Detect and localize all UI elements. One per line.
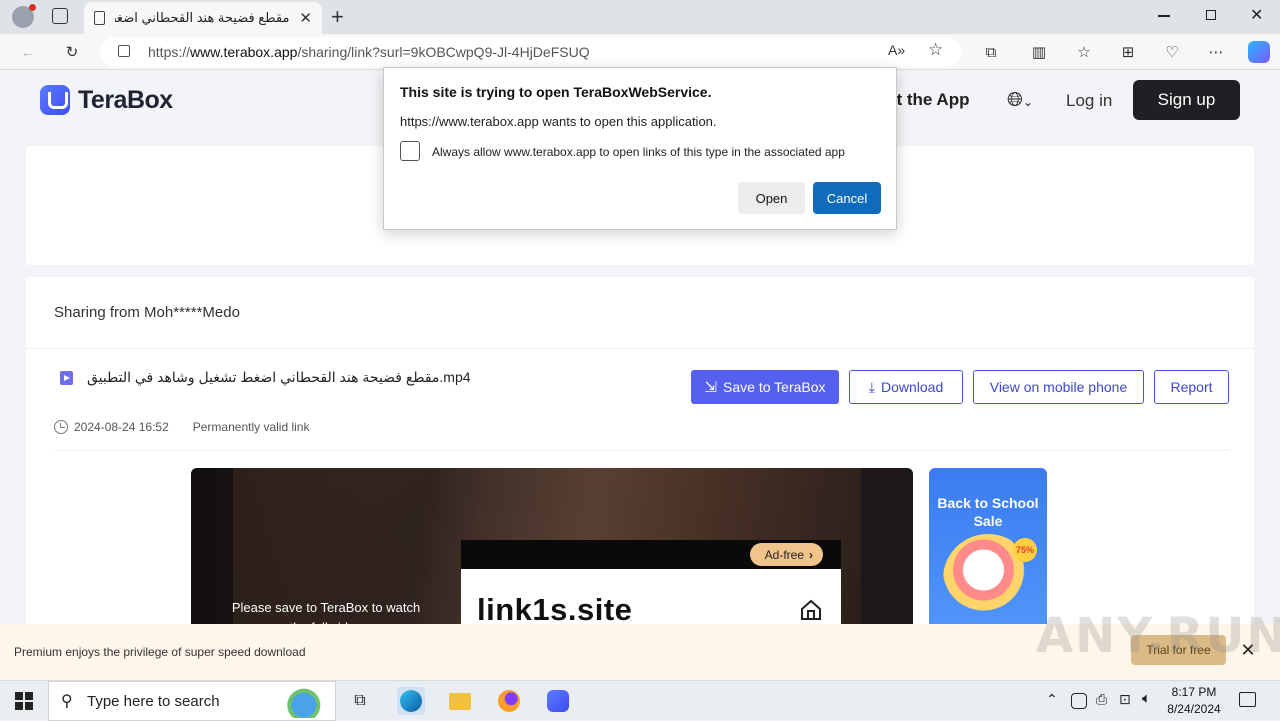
report-button[interactable]: Report	[1154, 370, 1229, 404]
restore-icon[interactable]	[1206, 10, 1216, 20]
language-globe-icon[interactable]: 🌐︎⌄	[1007, 89, 1033, 112]
download-button[interactable]: ⤓ Download	[849, 370, 963, 404]
promo-title: Back to School Sale	[937, 495, 1039, 529]
url-domain: www.terabox.app	[190, 44, 298, 60]
volume-icon[interactable]: 🔈︎	[1142, 690, 1151, 707]
favorite-star-icon[interactable]: ☆	[928, 40, 943, 60]
favorites-icon[interactable]: ☆	[1074, 42, 1094, 62]
dialog-title: This site is trying to open TeraBoxWebSe…	[400, 84, 712, 100]
taskbar-search[interactable]: ⚲ Type here to search	[48, 681, 336, 721]
sharing-from: Sharing from Moh*****Medo	[26, 277, 1254, 349]
task-view-icon[interactable]: ⧉	[346, 687, 374, 715]
download-icon: ⤓	[868, 378, 875, 395]
ad-free-label: Ad-free	[764, 547, 804, 562]
edge-icon[interactable]	[397, 687, 425, 715]
file-explorer-icon[interactable]	[446, 687, 474, 715]
watermark: ANY.RUN	[1036, 608, 1280, 664]
cancel-button[interactable]: Cancel	[813, 182, 881, 214]
clock-date: 8/24/2024	[1167, 702, 1221, 716]
system-clock[interactable]: 8:17 PM 8/24/2024	[1162, 684, 1226, 718]
windows-start-icon[interactable]	[10, 687, 38, 715]
back-icon[interactable]: ←	[18, 42, 38, 62]
url-prefix: https://	[148, 44, 191, 60]
share-date: 2024-08-24 16:52	[74, 420, 169, 434]
tab-title: مقطع فضيحة هند القحطاني اضغط	[115, 10, 290, 25]
minimize-icon[interactable]	[1158, 15, 1170, 17]
search-icon: ⚲	[61, 693, 73, 710]
close-tab-icon[interactable]: ✕	[299, 9, 312, 27]
chevron-down-icon: ⌄	[1023, 95, 1034, 109]
search-highlight-icon	[263, 686, 331, 718]
taskbar: ⚲ Type here to search ⧉ ⌃ ⎙ ⊡ 🔈︎ 8:17 PM…	[0, 680, 1280, 721]
file-row: مقطع فضيحة هند القحطاني اضغط تشغيل وشاهد…	[60, 369, 471, 386]
ad-free-button[interactable]: Ad-free ›	[749, 543, 823, 566]
show-hidden-icons[interactable]: ⌃	[1046, 691, 1058, 708]
download-label: Download	[880, 379, 944, 395]
save-export-icon: ⇲	[704, 379, 718, 396]
tab-active[interactable]: مقطع فضيحة هند القحطاني اضغط ✕	[84, 2, 322, 34]
file-meta: 2024-08-24 16:52 Permanently valid link	[54, 420, 309, 434]
refresh-icon[interactable]: ↻	[62, 42, 82, 62]
firefox-icon[interactable]	[495, 687, 523, 715]
divider	[54, 450, 1229, 451]
signup-button[interactable]: Sign up	[1133, 80, 1240, 120]
tray-device-icon[interactable]: ⎙	[1096, 691, 1107, 708]
address-toolbar: ← ↻ https://www.terabox.app/sharing/link…	[0, 34, 1280, 70]
premium-text: Premium enjoys the privilege of super sp…	[14, 645, 306, 659]
video-file-icon	[60, 370, 73, 385]
clock-icon	[54, 420, 68, 434]
open-button[interactable]: Open	[738, 182, 805, 214]
link-validity: Permanently valid link	[192, 420, 310, 434]
extensions-icon[interactable]: ⧉	[981, 42, 1001, 62]
new-tab-icon[interactable]: +	[331, 4, 344, 30]
tray-terabox-icon[interactable]	[1071, 693, 1087, 709]
url-path: /sharing/link?surl=9kOBCwpQ9-Jl-4HjDeFSU…	[297, 44, 590, 60]
browser-tab-bar: مقطع فضيحة هند القحطاني اضغط ✕ + ✕	[0, 0, 1280, 34]
terabox-logo-icon	[40, 85, 70, 115]
profile-icon[interactable]	[12, 4, 36, 28]
notifications-icon[interactable]	[1239, 692, 1256, 707]
url-field[interactable]: https://www.terabox.app/sharing/link?sur…	[100, 37, 962, 67]
open-app-dialog: This site is trying to open TeraBoxWebSe…	[383, 67, 897, 230]
clock-time: 8:17 PM	[1171, 685, 1217, 699]
home-icon[interactable]	[799, 598, 823, 622]
dialog-message: https://www.terabox.app wants to open th…	[400, 114, 717, 129]
search-placeholder: Type here to search	[87, 692, 220, 710]
split-screen-icon[interactable]: ▥	[1029, 42, 1049, 62]
ad-domain: link1s.site	[477, 592, 633, 627]
view-on-mobile-button[interactable]: View on mobile phone	[973, 370, 1144, 404]
logo-text: TeraBox	[78, 85, 173, 114]
save-label: Save to TeraBox	[723, 379, 826, 395]
terabox-logo[interactable]: TeraBox	[40, 85, 173, 115]
copilot-icon[interactable]	[1248, 41, 1270, 63]
close-window-icon[interactable]: ✕	[1250, 5, 1263, 25]
ad-header: Ad-free ›	[461, 540, 841, 569]
collections-icon[interactable]: ⊞	[1118, 42, 1138, 62]
network-icon[interactable]: ⊡	[1119, 691, 1131, 708]
browser-essentials-icon[interactable]: ♡	[1162, 42, 1182, 62]
settings-more-icon[interactable]: ⋯	[1206, 42, 1226, 62]
lock-icon[interactable]	[118, 45, 130, 57]
tab-actions-icon[interactable]	[52, 8, 68, 24]
chevron-right-icon: ›	[809, 547, 813, 562]
always-allow-checkbox[interactable]	[400, 141, 420, 161]
nav-get-the-app[interactable]: et the App	[887, 90, 969, 110]
promo-badge: 75%	[1013, 538, 1037, 562]
save-to-terabox-button[interactable]: ⇲ Save to TeraBox	[691, 370, 839, 404]
terabox-app-icon[interactable]	[544, 687, 572, 715]
always-allow-label[interactable]: Always allow www.terabox.app to open lin…	[432, 145, 845, 159]
login-link[interactable]: Log in	[1066, 91, 1112, 111]
page-icon	[94, 11, 105, 25]
read-aloud-icon[interactable]: A»	[888, 42, 905, 58]
file-name: مقطع فضيحة هند القحطاني اضغط تشغيل وشاهد…	[87, 369, 471, 385]
